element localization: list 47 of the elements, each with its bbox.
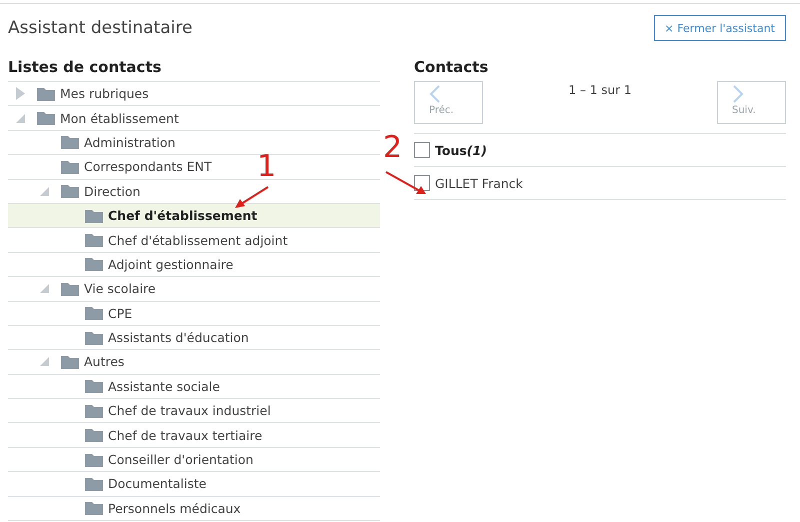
contact-checkbox[interactable]: [414, 175, 430, 191]
folder-icon: [61, 184, 79, 198]
page-range: 1 – 1 sur 1: [568, 83, 632, 97]
tree-item[interactable]: Mon établissement: [8, 106, 380, 131]
tree-item[interactable]: Assistants d'éducation: [8, 326, 380, 350]
folder-icon: [85, 208, 103, 223]
tree-item[interactable]: Chef d'établissement adjoint: [8, 228, 380, 253]
folder-icon: [85, 379, 103, 394]
annotation-arrow: [384, 170, 427, 195]
tree-item[interactable]: Mes rubriques: [8, 82, 380, 106]
tree-item[interactable]: Chef de travaux industriel: [8, 399, 380, 424]
folder-icon: [61, 282, 79, 296]
folder-icon: [85, 501, 103, 516]
select-all-checkbox[interactable]: [414, 142, 430, 158]
tree-item[interactable]: CPE: [8, 302, 380, 326]
tree-item[interactable]: Documentaliste: [8, 472, 380, 497]
chevron-right-icon: [732, 85, 744, 103]
annotation-arrow: [235, 185, 270, 210]
tree-item[interactable]: Autres: [8, 350, 380, 375]
folder-icon: [85, 452, 103, 467]
folder-icon: [85, 257, 103, 272]
tree-item[interactable]: Chef d'établissement: [8, 204, 380, 228]
section-heading: Contacts: [414, 58, 490, 76]
tree-item[interactable]: Chef de travaux tertiaire: [8, 423, 380, 448]
folder-icon: [85, 476, 103, 491]
select-all-label: Tous(1): [435, 142, 487, 158]
folder-icon: [61, 135, 79, 150]
tree-item[interactable]: Administration: [8, 130, 380, 156]
chevron-left-icon: [429, 85, 441, 103]
folder-icon: [85, 233, 103, 248]
folder-icon: [61, 160, 79, 174]
tree-item[interactable]: Vie scolaire: [8, 277, 380, 302]
tree-item[interactable]: Assistante sociale: [8, 374, 380, 400]
tree-item[interactable]: Conseiller d'orientation: [8, 448, 380, 472]
folder-icon: [85, 330, 103, 345]
folder-icon: [37, 86, 55, 101]
folder-icon: [85, 404, 103, 418]
tree-item[interactable]: Adjoint gestionnaire: [8, 252, 380, 278]
folder-icon: [61, 354, 79, 369]
folder-icon: [37, 111, 55, 126]
folder-icon: [85, 428, 103, 442]
tree-item[interactable]: Personnels médicaux: [8, 496, 380, 522]
page-title: Assistant destinataire: [8, 18, 192, 38]
annotation-number: 2: [383, 133, 402, 163]
section-heading: Listes de contacts: [8, 58, 162, 76]
contact-name: GILLET Franck: [435, 176, 523, 190]
folder-icon: [85, 306, 103, 320]
